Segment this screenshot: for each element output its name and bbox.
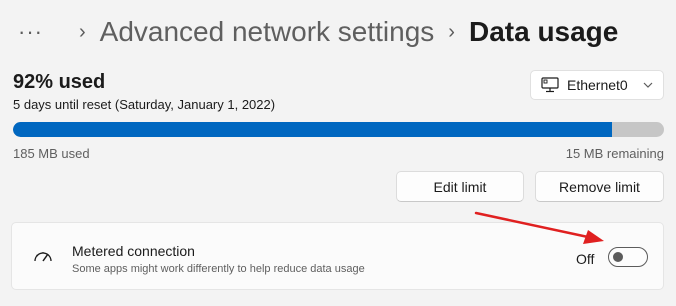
chevron-down-icon bbox=[643, 82, 653, 88]
reset-info: 5 days until reset (Saturday, January 1,… bbox=[13, 97, 276, 112]
breadcrumb: ··· › Advanced network settings › Data u… bbox=[18, 14, 618, 50]
used-amount: 185 MB used bbox=[13, 146, 90, 161]
usage-progress-bar bbox=[13, 122, 664, 137]
metered-connection-description: Some apps might work differently to help… bbox=[72, 263, 365, 275]
adapter-selected-value: Ethernet0 bbox=[567, 77, 628, 93]
toggle-knob bbox=[613, 252, 623, 262]
chevron-right-icon: › bbox=[448, 21, 455, 43]
toggle-state-label: Off bbox=[576, 251, 595, 267]
metered-connection-toggle[interactable] bbox=[608, 247, 648, 267]
chevron-right-icon: › bbox=[78, 21, 86, 43]
gauge-icon bbox=[34, 252, 52, 262]
edit-limit-button[interactable]: Edit limit bbox=[396, 171, 524, 202]
page-title: Data usage bbox=[468, 16, 619, 47]
adapter-dropdown[interactable]: Ethernet0 bbox=[530, 70, 664, 100]
breadcrumb-parent-link[interactable]: Advanced network settings bbox=[100, 16, 435, 48]
monitor-icon bbox=[541, 77, 559, 93]
remove-limit-button[interactable]: Remove limit bbox=[535, 171, 664, 202]
breadcrumb-overflow-button[interactable]: ··· bbox=[18, 21, 43, 43]
usage-percent-label: 92% used bbox=[13, 71, 106, 93]
metered-connection-title: Metered connection bbox=[72, 243, 195, 259]
metered-connection-card: Metered connection Some apps might work … bbox=[11, 222, 664, 290]
remaining-amount: 15 MB remaining bbox=[565, 146, 664, 161]
usage-progress-fill bbox=[13, 122, 612, 137]
